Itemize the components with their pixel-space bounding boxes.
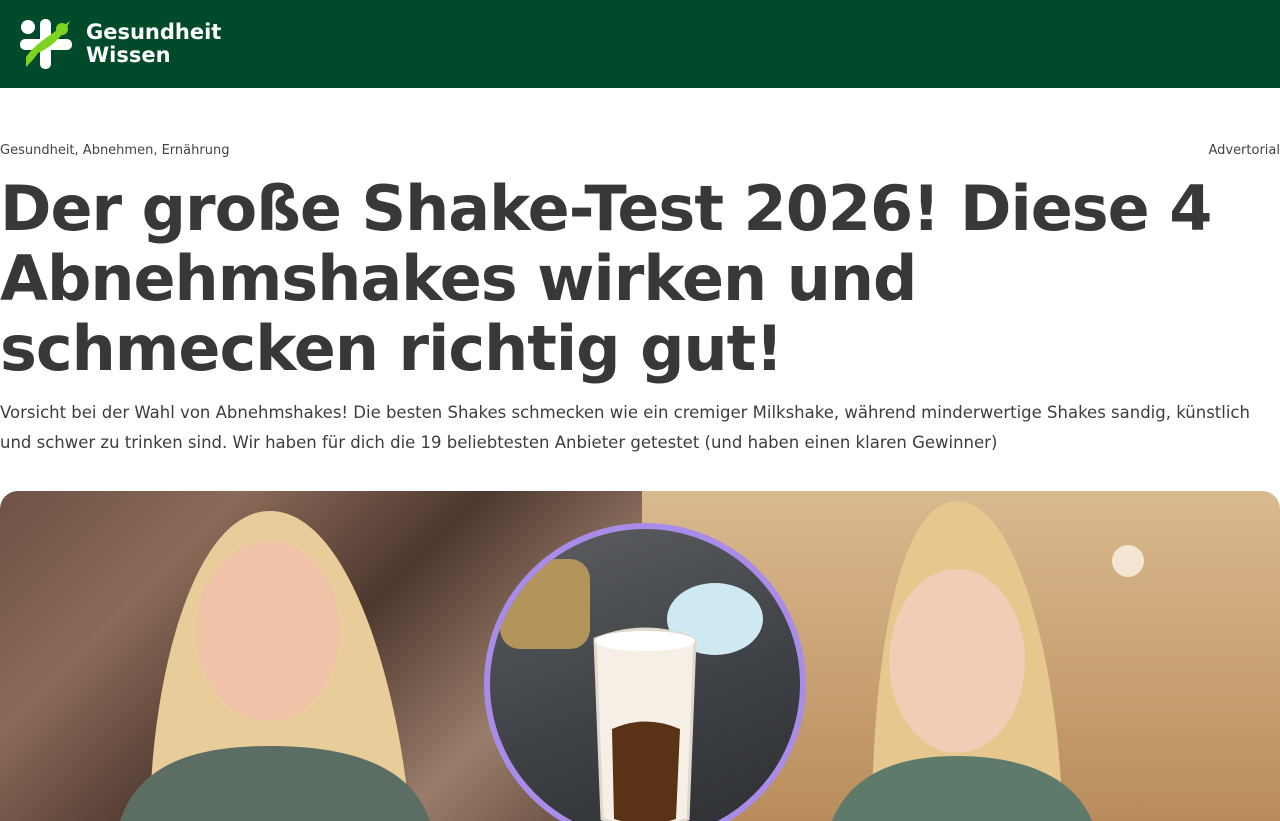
logo-line-1: Gesundheit [86, 20, 222, 44]
article-headline: Der große Shake-Test 2026! Diese 4 Abneh… [0, 172, 1212, 385]
advertorial-label: Advertorial [1208, 142, 1280, 158]
logo-wordmark: Gesundheit Wissen [86, 21, 221, 67]
article-meta: Gesundheit, Abnehmen, Ernährung Advertor… [0, 140, 1280, 160]
category-link-ernaehrung[interactable]: Ernährung [162, 143, 230, 158]
logo-line-2: Wissen [86, 43, 171, 67]
category-links: Gesundheit, Abnehmen, Ernährung [0, 143, 229, 158]
site-logo[interactable]: Gesundheit Wissen [18, 17, 221, 71]
category-link-gesundheit[interactable]: Gesundheit [0, 143, 75, 158]
article-lead: Vorsicht bei der Wahl von Abnehmshakes! … [0, 403, 1250, 452]
shake-glass-icon [500, 559, 763, 821]
category-separator: , [153, 142, 162, 158]
hero-image [0, 491, 1280, 821]
site-header: Gesundheit Wissen [0, 0, 1280, 88]
category-separator: , [74, 142, 83, 158]
category-link-abnehmen[interactable]: Abnehmen [83, 143, 154, 158]
health-person-icon [20, 19, 72, 69]
